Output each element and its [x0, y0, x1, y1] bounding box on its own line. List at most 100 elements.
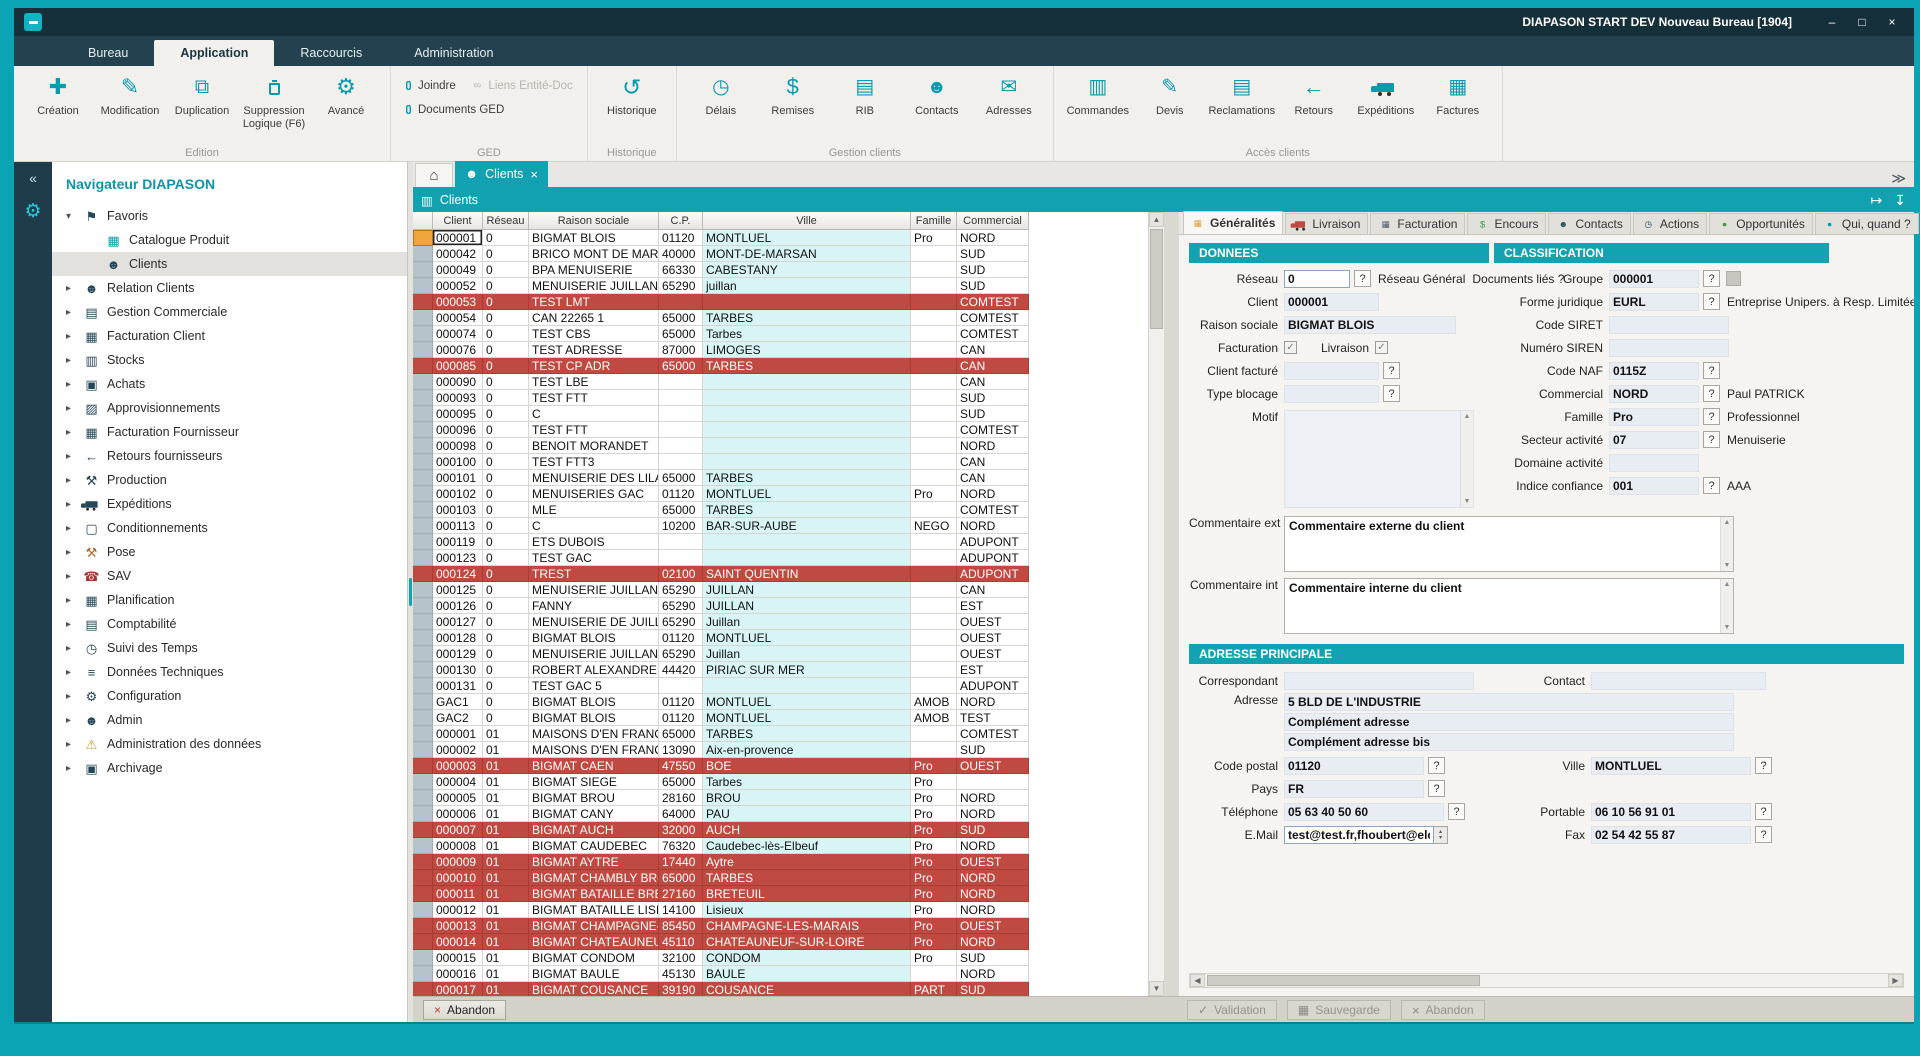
cell-c-p[interactable]: 17440: [659, 854, 703, 870]
cell-ville[interactable]: Tarbes: [703, 326, 911, 342]
fax-help-button[interactable]: ?: [1755, 826, 1772, 843]
download-icon[interactable]: [1894, 192, 1906, 209]
cell-reseau[interactable]: 01: [483, 854, 529, 870]
cell-reseau[interactable]: 0: [483, 598, 529, 614]
row-selector[interactable]: [413, 502, 433, 518]
cell-commercial[interactable]: ADUPONT: [957, 534, 1029, 550]
tab-clients[interactable]: Clients: [455, 161, 548, 187]
cell-reseau[interactable]: 0: [483, 646, 529, 662]
forme-juridique-help-button[interactable]: ?: [1703, 293, 1720, 310]
ribbon-button-expeditions[interactable]: Expéditions: [1350, 68, 1422, 118]
cell-reseau[interactable]: 0: [483, 342, 529, 358]
row-selector[interactable]: [413, 278, 433, 294]
column-header-client[interactable]: Client: [433, 212, 483, 230]
cell-reseau[interactable]: 0: [483, 614, 529, 630]
cell-commercial[interactable]: OUEST: [957, 854, 1029, 870]
cell-reseau[interactable]: 01: [483, 806, 529, 822]
sidebar-item-suivi-des-temps[interactable]: ▸◷Suivi des Temps: [52, 636, 407, 660]
cell-reseau[interactable]: 01: [483, 822, 529, 838]
table-vertical-scrollbar[interactable]: [1148, 212, 1164, 996]
cell-raison-sociale[interactable]: BIGMAT BATAILLE LISIEU: [529, 902, 659, 918]
cell-client[interactable]: 000049: [433, 262, 483, 278]
type-blocage-help-button[interactable]: ?: [1383, 385, 1400, 402]
cell-ville[interactable]: MONTLUEL: [703, 630, 911, 646]
cell-famille[interactable]: Pro: [911, 870, 957, 886]
cell-raison-sociale[interactable]: C: [529, 518, 659, 534]
cell-raison-sociale[interactable]: TEST FTT: [529, 390, 659, 406]
cell-client[interactable]: 000052: [433, 278, 483, 294]
cell-commercial[interactable]: NORD: [957, 518, 1029, 534]
table-row[interactable]: 00001701BIGMAT COUSANCE39190COUSANCEPART…: [413, 982, 1148, 996]
row-selector[interactable]: [413, 566, 433, 582]
cell-famille[interactable]: AMOB: [911, 694, 957, 710]
hscroll-track[interactable]: [1205, 974, 1888, 987]
cell-famille[interactable]: Pro: [911, 230, 957, 246]
cell-commercial[interactable]: SUD: [957, 822, 1029, 838]
cell-commercial[interactable]: NORD: [957, 886, 1029, 902]
cell-reseau[interactable]: 0: [483, 326, 529, 342]
cell-commercial[interactable]: SUD: [957, 246, 1029, 262]
cell-commercial[interactable]: CAN: [957, 374, 1029, 390]
cell-famille[interactable]: [911, 438, 957, 454]
row-selector[interactable]: [413, 294, 433, 310]
cell-famille[interactable]: [911, 470, 957, 486]
cell-commercial[interactable]: SUD: [957, 406, 1029, 422]
cell-reseau[interactable]: 0: [483, 310, 529, 326]
cell-commercial[interactable]: EST: [957, 662, 1029, 678]
cell-ville[interactable]: Aix-en-provence: [703, 742, 911, 758]
cell-famille[interactable]: Pro: [911, 854, 957, 870]
cell-famille[interactable]: [911, 454, 957, 470]
domaine-activite-input[interactable]: [1609, 454, 1699, 472]
cell-reseau[interactable]: 01: [483, 934, 529, 950]
details-tab-opportunites[interactable]: ●Opportunités: [1709, 213, 1813, 234]
sidebar-item-approvisionnements[interactable]: ▸▨Approvisionnements: [52, 396, 407, 420]
client-facture-input[interactable]: [1284, 362, 1379, 380]
cell-reseau[interactable]: 01: [483, 742, 529, 758]
cell-c-p[interactable]: 39190: [659, 982, 703, 996]
cell-reseau[interactable]: 01: [483, 902, 529, 918]
row-selector[interactable]: [413, 662, 433, 678]
ribbon-button-factures[interactable]: ▦Factures: [1422, 68, 1494, 118]
row-selector[interactable]: [413, 630, 433, 646]
cell-commercial[interactable]: SUD: [957, 262, 1029, 278]
cell-client[interactable]: 000002: [433, 742, 483, 758]
cell-raison-sociale[interactable]: MENUISERIE DES LILAS: [529, 470, 659, 486]
adresse-line2-input[interactable]: [1284, 713, 1734, 731]
secteur-activite-help-button[interactable]: ?: [1703, 431, 1720, 448]
column-header-raison-sociale[interactable]: Raison sociale: [529, 212, 659, 230]
row-selector[interactable]: [413, 614, 433, 630]
cell-ville[interactable]: CABESTANY: [703, 262, 911, 278]
cell-reseau[interactable]: 0: [483, 246, 529, 262]
cell-raison-sociale[interactable]: CAN 22265 1: [529, 310, 659, 326]
cell-client[interactable]: 000090: [433, 374, 483, 390]
ribbon-button-documents-ged[interactable]: Documents GED: [405, 103, 504, 116]
cell-raison-sociale[interactable]: TREST: [529, 566, 659, 582]
cell-commercial[interactable]: COMTEST: [957, 326, 1029, 342]
cell-commercial[interactable]: NORD: [957, 230, 1029, 246]
reseau-input[interactable]: [1284, 270, 1350, 288]
cell-ville[interactable]: Tarbes: [703, 774, 911, 790]
cell-client[interactable]: 000095: [433, 406, 483, 422]
cell-famille[interactable]: [911, 742, 957, 758]
commentaire-ext-textarea[interactable]: Commentaire externe du client: [1284, 516, 1734, 572]
reseau-help-button[interactable]: ?: [1354, 270, 1371, 287]
cell-client[interactable]: 000001: [433, 230, 483, 246]
row-selector[interactable]: [413, 390, 433, 406]
cell-raison-sociale[interactable]: BIGMAT CANY: [529, 806, 659, 822]
cell-client[interactable]: 000100: [433, 454, 483, 470]
contact-input[interactable]: [1591, 672, 1766, 690]
cell-c-p[interactable]: 32000: [659, 822, 703, 838]
cell-famille[interactable]: [911, 342, 957, 358]
cell-commercial[interactable]: COMTEST: [957, 294, 1029, 310]
cell-ville[interactable]: CONDOM: [703, 950, 911, 966]
row-selector[interactable]: [413, 342, 433, 358]
row-selector[interactable]: [413, 710, 433, 726]
cell-ville[interactable]: TARBES: [703, 870, 911, 886]
cell-raison-sociale[interactable]: TEST CP ADR: [529, 358, 659, 374]
details-tab-facturation[interactable]: ▦Facturation: [1370, 213, 1465, 234]
row-selector[interactable]: [413, 326, 433, 342]
cell-raison-sociale[interactable]: TEST LMT: [529, 294, 659, 310]
cell-famille[interactable]: Pro: [911, 486, 957, 502]
cell-commercial[interactable]: NORD: [957, 694, 1029, 710]
table-row[interactable]: 00000901BIGMAT AYTRE17440AytreProOUEST: [413, 854, 1148, 870]
